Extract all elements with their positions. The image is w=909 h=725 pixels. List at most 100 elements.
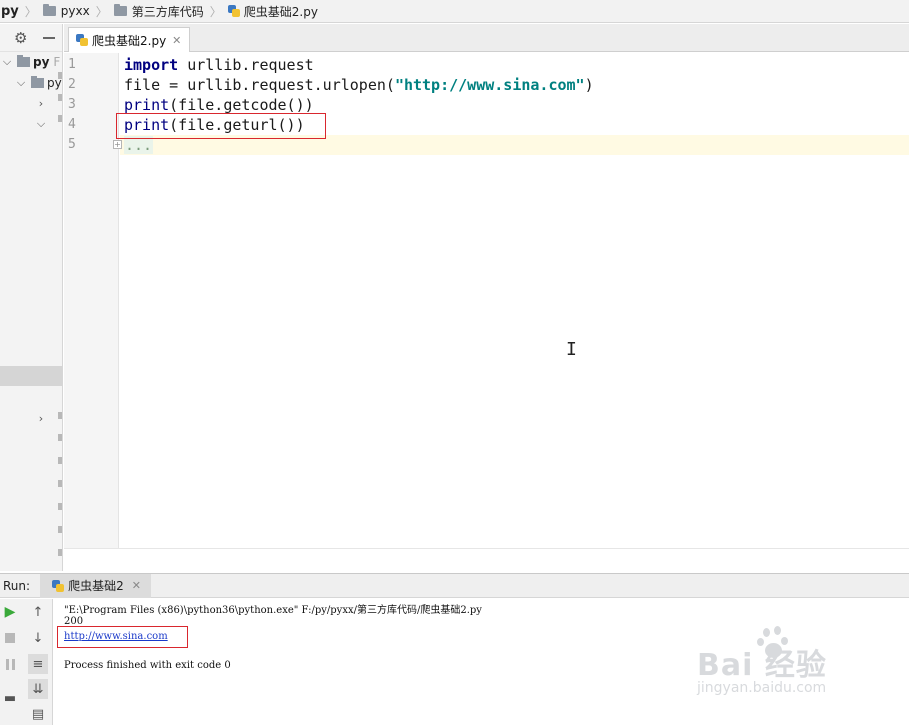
- layout-icon: ▬: [3, 690, 17, 706]
- editor-tab-bar: 爬虫基础2.py ✕: [64, 24, 909, 52]
- tree-file-icon: [58, 549, 62, 556]
- breadcrumb-item-third-party[interactable]: 第三方库代码: [112, 3, 206, 20]
- annotation-highlight-box: [57, 626, 188, 648]
- printer-icon: ▤: [31, 706, 45, 722]
- code-text: (file.getcode()): [169, 96, 314, 114]
- baidu-jingyan-watermark: Bai 经验 jingyan.baidu.com: [697, 626, 887, 706]
- watermark-url: jingyan.baidu.com: [697, 680, 827, 696]
- watermark-logo-text: Bai 经验: [697, 648, 827, 683]
- sidebar-header: ⚙: [0, 24, 62, 52]
- tree-file-icon: [58, 94, 62, 101]
- pause-icon: [5, 658, 15, 670]
- tree-item-label: py: [33, 55, 50, 69]
- folder-icon: [113, 4, 127, 16]
- run-panel-header: Run: 爬虫基础2 ✕: [0, 573, 909, 598]
- code-text: file = urllib.request.urlopen(: [124, 76, 395, 94]
- tree-file-icon: [58, 434, 62, 441]
- breadcrumb-label: 爬虫基础2.py: [243, 4, 318, 19]
- python-file-icon: [76, 34, 88, 46]
- stop-icon: [5, 633, 15, 643]
- ide-window: py 〉 pyxx 〉 第三方库代码 〉 爬虫基础2.py ⚙ ⌵ py F ⌵: [0, 0, 909, 725]
- console-exit-line: Process finished with exit code 0: [64, 660, 231, 671]
- code-keyword: import: [124, 56, 179, 74]
- line-number-gutter: 1 2 3 4 5 +: [64, 53, 122, 548]
- run-toolbar-secondary: ↑ ↓ ≡ ⇊ ▤: [24, 599, 53, 725]
- close-icon[interactable]: ✕: [172, 34, 181, 47]
- tree-file-icon: [58, 412, 62, 419]
- chevron-right-icon[interactable]: ›: [34, 97, 48, 110]
- scroll-to-end-button[interactable]: ⇊: [28, 679, 48, 699]
- arrow-up-icon: ↑: [32, 604, 44, 620]
- code-line-1[interactable]: import urllib.request: [124, 55, 314, 75]
- tree-selected-row[interactable]: [0, 366, 62, 386]
- stop-button[interactable]: [0, 628, 20, 648]
- code-text: urllib.request: [178, 56, 314, 74]
- line-number: 3: [68, 97, 76, 112]
- gear-icon[interactable]: ⚙: [14, 29, 27, 47]
- tree-item-collapsed[interactable]: ›: [34, 93, 48, 113]
- tree-item-collapsed-2[interactable]: ›: [34, 408, 48, 428]
- line-number: 2: [68, 77, 76, 92]
- breadcrumb-item-pyxx[interactable]: pyxx: [41, 4, 92, 18]
- project-sidebar: ⚙ ⌵ py F ⌵ py › ⌵ ›: [0, 24, 63, 571]
- code-text: ): [584, 76, 594, 94]
- editor-tab-active[interactable]: 爬虫基础2.py ✕: [68, 27, 191, 52]
- print-button[interactable]: ▤: [28, 704, 48, 724]
- wrap-icon: ≡: [32, 656, 44, 672]
- fold-expand-icon[interactable]: +: [113, 140, 122, 149]
- editor-bottom-strip: [64, 548, 909, 572]
- play-icon: ▶: [4, 604, 16, 620]
- code-builtin: print: [124, 96, 170, 114]
- collapse-icon[interactable]: [43, 36, 56, 39]
- folder-icon: [42, 4, 56, 16]
- breadcrumb-separator-icon: 〉: [209, 4, 222, 19]
- text-cursor-icon: I: [566, 339, 577, 360]
- tree-item-path: F: [53, 55, 61, 69]
- scroll-up-button[interactable]: ↑: [28, 602, 48, 622]
- chevron-down-icon[interactable]: ⌵: [34, 117, 48, 131]
- python-file-icon: [227, 5, 240, 17]
- breadcrumb-item-py[interactable]: py: [0, 4, 21, 19]
- tree-item-root[interactable]: ⌵ py F: [0, 52, 60, 72]
- line-number: 1: [68, 57, 76, 72]
- breadcrumb: py 〉 pyxx 〉 第三方库代码 〉 爬虫基础2.py: [0, 0, 909, 23]
- tree-file-icon: [58, 457, 62, 464]
- tree-item-expanded[interactable]: ⌵: [34, 114, 48, 134]
- layout-button[interactable]: ▬: [0, 688, 20, 708]
- arrow-down-icon: ↓: [32, 630, 44, 646]
- code-line-2[interactable]: file = urllib.request.urlopen("http://ww…: [124, 75, 594, 95]
- folder-icon: [17, 55, 30, 67]
- tree-file-icon: [58, 72, 62, 79]
- line-number: 5: [68, 137, 76, 152]
- python-file-icon: [52, 579, 65, 592]
- run-toolbar-primary: ▶ ▬: [0, 599, 24, 725]
- chevron-down-icon[interactable]: ⌵: [0, 55, 14, 69]
- breadcrumb-label: pyxx: [60, 4, 90, 18]
- annotation-highlight-box: [116, 113, 326, 139]
- scroll-end-icon: ⇊: [32, 681, 44, 697]
- rerun-button[interactable]: ▶: [0, 602, 20, 622]
- tree-file-icon: [58, 503, 62, 510]
- editor-tab-label: 爬虫基础2.py: [92, 33, 167, 48]
- tree-item-child[interactable]: ⌵ py: [14, 73, 62, 93]
- close-icon[interactable]: ✕: [132, 579, 141, 592]
- code-line-3[interactable]: print(file.getcode()): [124, 95, 314, 115]
- run-tab[interactable]: 爬虫基础2 ✕: [40, 573, 151, 598]
- chevron-right-icon[interactable]: ›: [34, 412, 48, 425]
- breadcrumb-separator-icon: 〉: [95, 4, 108, 19]
- soft-wrap-button[interactable]: ≡: [28, 654, 48, 674]
- chevron-down-icon[interactable]: ⌵: [14, 76, 28, 90]
- tree-file-icon: [58, 115, 62, 122]
- console-command-line: "E:\Program Files (x86)\python36\python.…: [64, 605, 482, 616]
- folder-icon: [31, 76, 44, 88]
- breadcrumb-item-file[interactable]: 爬虫基础2.py: [226, 3, 320, 20]
- breadcrumb-separator-icon: 〉: [24, 4, 37, 19]
- code-string: "http://www.sina.com": [394, 76, 585, 94]
- tree-file-icon: [58, 480, 62, 487]
- run-tab-label: 爬虫基础2: [68, 579, 124, 593]
- scroll-down-button[interactable]: ↓: [28, 628, 48, 648]
- line-number: 4: [68, 117, 76, 132]
- breadcrumb-label: 第三方库代码: [131, 4, 204, 19]
- pause-button[interactable]: [0, 654, 20, 674]
- run-panel-label: Run:: [3, 578, 31, 593]
